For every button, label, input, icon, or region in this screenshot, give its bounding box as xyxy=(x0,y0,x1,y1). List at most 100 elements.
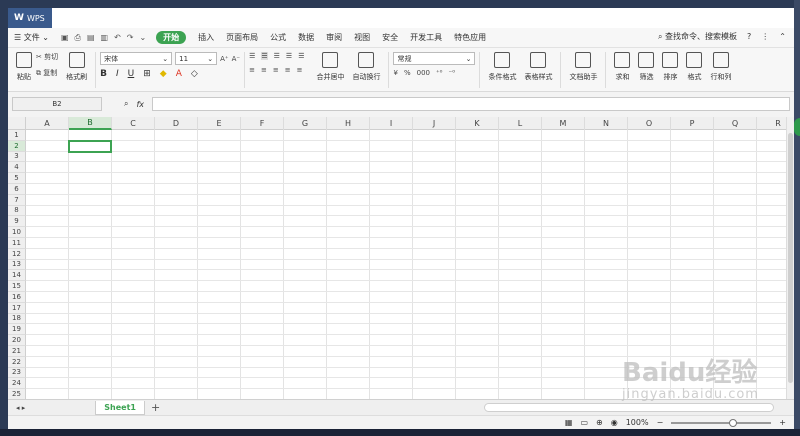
print-icon[interactable]: ⎙ xyxy=(75,33,81,43)
customize-icon[interactable]: ⌄ xyxy=(139,33,146,43)
sheet-nav-arrows[interactable]: ◂ ▸ xyxy=(16,404,25,412)
save-icon[interactable]: ▣ xyxy=(61,33,69,43)
row-header[interactable]: 25 xyxy=(8,389,26,399)
row-header[interactable]: 9 xyxy=(8,216,26,228)
tab-data[interactable]: 数据 xyxy=(298,32,314,43)
column-header[interactable]: F xyxy=(241,117,284,130)
indent-icon[interactable]: ☰ xyxy=(298,52,304,60)
number-format-select[interactable]: 常规 ⌄ xyxy=(393,52,476,65)
zoom-formula-icon[interactable]: ⌕ xyxy=(124,99,128,109)
doc-helper-button[interactable]: 文档助手 xyxy=(569,52,597,82)
row-header[interactable]: 16 xyxy=(8,292,26,303)
column-header[interactable]: C xyxy=(112,117,155,130)
conditional-format-button[interactable]: 条件格式 xyxy=(488,52,516,82)
bold-button[interactable]: B xyxy=(100,69,107,79)
percent-icon[interactable]: % xyxy=(404,69,411,77)
command-search[interactable]: ⌕ 查找命令、搜索模板 xyxy=(658,31,737,42)
page-break-view-icon[interactable]: ⊕ xyxy=(596,418,603,427)
zoom-slider-knob[interactable] xyxy=(729,418,738,427)
zoom-slider[interactable] xyxy=(671,418,772,427)
row-header[interactable]: 21 xyxy=(8,346,26,357)
cut-button[interactable]: ✂ 剪切 xyxy=(36,52,58,62)
row-header[interactable]: 7 xyxy=(8,194,26,206)
row-header[interactable]: 19 xyxy=(8,324,26,336)
align-right-icon[interactable]: ≡ xyxy=(273,66,279,74)
decrease-decimal-icon[interactable]: ⁻⁰ xyxy=(449,69,456,77)
borders-icon[interactable]: ⊞ xyxy=(143,69,151,79)
filter-button[interactable]: 筛选 xyxy=(638,52,655,82)
fx-icon[interactable]: fx xyxy=(136,100,144,109)
sum-button[interactable]: 求和 xyxy=(614,52,631,82)
name-box[interactable]: B2 xyxy=(12,97,102,111)
row-header[interactable]: 13 xyxy=(8,259,26,271)
help-icon[interactable]: ? xyxy=(747,32,751,41)
zoom-in-button[interactable]: + xyxy=(779,418,786,427)
undo-icon[interactable]: ↶ xyxy=(114,33,121,43)
tab-page-layout[interactable]: 页面布局 xyxy=(226,32,258,43)
selected-cell[interactable] xyxy=(68,139,112,153)
tab-special[interactable]: 特色应用 xyxy=(454,32,486,43)
select-all-corner[interactable] xyxy=(8,117,26,130)
tab-home[interactable]: 开始 xyxy=(156,31,187,44)
row-header[interactable]: 11 xyxy=(8,238,26,249)
column-header[interactable]: Q xyxy=(714,117,757,130)
column-header[interactable]: B xyxy=(69,117,112,130)
row-header[interactable]: 6 xyxy=(8,184,26,195)
row-header[interactable]: 8 xyxy=(8,205,26,217)
align-left-icon[interactable]: ≡ xyxy=(249,66,255,74)
tab-insert[interactable]: 插入 xyxy=(198,32,214,43)
wps-app-tab[interactable]: W WPS xyxy=(8,8,52,28)
column-header[interactable]: K xyxy=(456,117,499,130)
print-preview-icon[interactable]: ▤ xyxy=(87,33,95,43)
tab-developer[interactable]: 开发工具 xyxy=(410,32,442,43)
underline-button[interactable]: U xyxy=(128,69,135,79)
row-col-button[interactable]: 行和列 xyxy=(710,52,731,82)
align-top-icon[interactable]: ☰ xyxy=(249,52,255,60)
row-header[interactable]: 20 xyxy=(8,335,26,346)
currency-icon[interactable]: ¥ xyxy=(393,69,397,77)
row-header[interactable]: 17 xyxy=(8,302,26,314)
clear-format-icon[interactable]: ◇ xyxy=(191,69,198,79)
add-sheet-button[interactable]: + xyxy=(151,401,160,414)
tab-review[interactable]: 审阅 xyxy=(326,32,342,43)
column-header[interactable]: H xyxy=(327,117,370,130)
vertical-scroll-thumb[interactable] xyxy=(788,133,793,383)
normal-view-icon[interactable]: ▦ xyxy=(565,418,573,427)
copy-button[interactable]: ⧉ 复制 xyxy=(36,68,58,78)
font-color-icon[interactable]: A xyxy=(176,69,182,79)
row-header[interactable]: 15 xyxy=(8,281,26,292)
column-header[interactable]: E xyxy=(198,117,241,130)
row-header[interactable]: 1 xyxy=(8,130,26,141)
column-header[interactable]: I xyxy=(370,117,413,130)
thousands-separator-icon[interactable]: 000 xyxy=(417,69,430,77)
paste-button[interactable]: 粘贴 xyxy=(16,52,32,82)
redo-icon[interactable]: ↷ xyxy=(127,33,134,43)
spreadsheet-grid[interactable]: ABCDEFGHIJKLMNOPQR 1 2 3 4 5 6 7 8 9 10 11 12 13 14 15… xyxy=(8,117,788,399)
column-header[interactable]: P xyxy=(671,117,714,130)
zoom-level[interactable]: 100% xyxy=(626,418,649,427)
column-header[interactable]: D xyxy=(155,117,198,130)
sheet-tab[interactable]: Sheet1 xyxy=(95,400,145,415)
page-layout-view-icon[interactable]: ▭ xyxy=(580,418,588,427)
more-icon[interactable]: ⋮ xyxy=(761,32,769,41)
row-header[interactable]: 23 xyxy=(8,367,26,379)
row-header[interactable]: 14 xyxy=(8,270,26,282)
table-style-button[interactable]: 表格样式 xyxy=(524,52,552,82)
align-center-icon[interactable]: ≡ xyxy=(261,66,267,74)
file-menu[interactable]: ☰ 文件 ⌄ xyxy=(14,32,49,43)
tab-view[interactable]: 视图 xyxy=(354,32,370,43)
row-header[interactable]: 10 xyxy=(8,227,26,238)
sort-button[interactable]: 排序 xyxy=(662,52,679,82)
collapse-ribbon-icon[interactable]: ⌃ xyxy=(779,32,786,41)
eye-protection-icon[interactable]: ◉ xyxy=(611,418,618,427)
font-name-select[interactable]: 宋体 ⌄ xyxy=(100,52,173,65)
formula-input[interactable] xyxy=(152,97,790,111)
tab-formulas[interactable]: 公式 xyxy=(270,32,286,43)
increase-decimal-icon[interactable]: ⁺⁰ xyxy=(436,69,443,77)
export-icon[interactable]: ▥ xyxy=(101,33,109,43)
row-header[interactable]: 4 xyxy=(8,162,26,174)
row-header[interactable]: 3 xyxy=(8,151,26,163)
merge-center-button[interactable]: 合并居中 xyxy=(316,52,344,82)
horizontal-scrollbar[interactable] xyxy=(484,403,774,412)
column-header[interactable]: N xyxy=(585,117,628,130)
